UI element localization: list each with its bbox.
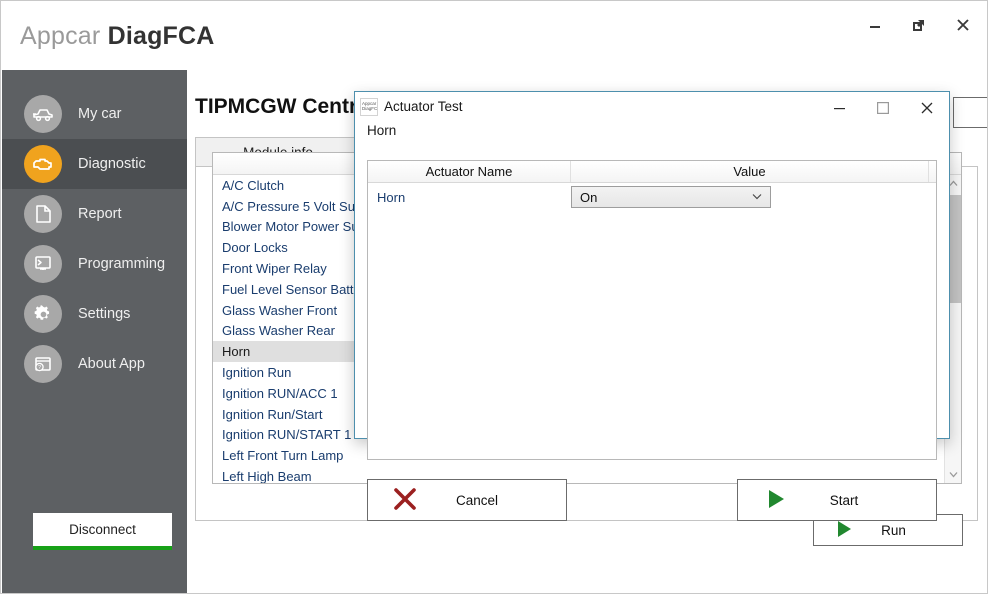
start-button[interactable]: Start	[737, 479, 937, 521]
app-logo-line2: DiagFCA	[362, 106, 378, 111]
sidebar-item-about-app[interactable]: ? About App	[2, 339, 187, 389]
sidebar-item-label: About App	[78, 356, 145, 372]
monitor-icon	[24, 245, 62, 283]
table-header-row: Actuator Name Value	[368, 161, 936, 183]
list-item-label: Front Wiper Relay	[222, 261, 327, 277]
run-button-label: Run	[881, 522, 906, 538]
window-minimize-button[interactable]	[852, 8, 898, 42]
app-title-light: Appcar	[20, 22, 101, 50]
table-body: Horn On	[368, 183, 936, 459]
list-item-label: Glass Washer Front	[222, 302, 338, 318]
dialog-maximize-button[interactable]	[861, 92, 905, 123]
chevron-down-icon	[752, 192, 770, 202]
help-window-icon: ?	[24, 345, 62, 383]
sidebar-item-label: Report	[78, 206, 122, 222]
minimize-icon	[833, 108, 845, 110]
dialog-title-bar: Appcar DiagFCA Actuator Test	[355, 92, 949, 123]
table-row: Horn On	[368, 183, 936, 212]
list-item-label: Ignition RUN/START 1	[222, 427, 352, 443]
window-close-button[interactable]	[940, 8, 986, 42]
value-dropdown-label: On	[580, 189, 598, 205]
list-item-label: Glass Washer Rear	[222, 323, 335, 339]
title-bar: Appcar DiagFCA	[2, 2, 987, 70]
restore-icon	[913, 20, 924, 31]
sidebar-item-diagnostic[interactable]: Diagnostic	[2, 139, 187, 189]
value-dropdown[interactable]: On	[571, 186, 771, 208]
cancel-x-icon	[392, 486, 418, 515]
actuator-test-table: Actuator Name Value Horn On	[367, 160, 937, 460]
disconnect-button-wrapper: Disconnect	[33, 513, 172, 550]
document-icon	[24, 195, 62, 233]
sidebar-item-settings[interactable]: Settings	[2, 289, 187, 339]
dialog-title: Actuator Test	[384, 99, 463, 114]
minimize-icon	[870, 26, 880, 28]
sidebar-item-label: Diagnostic	[78, 156, 146, 172]
sidebar-item-programming[interactable]: Programming	[2, 239, 187, 289]
maximize-icon	[877, 101, 889, 114]
scroll-down-icon[interactable]	[945, 466, 961, 483]
list-item-label: Ignition Run/Start	[222, 406, 323, 422]
window-restore-button[interactable]	[896, 8, 942, 42]
page-title: TIPMCGW Central	[195, 95, 375, 118]
column-header-value: Value	[571, 161, 929, 182]
list-item-label: Ignition RUN/ACC 1	[222, 385, 338, 401]
dialog-minimize-button[interactable]	[817, 92, 861, 123]
list-item-label: Horn	[222, 344, 251, 360]
disconnect-button[interactable]: Disconnect	[33, 513, 172, 550]
car-icon	[24, 95, 62, 133]
engine-icon	[24, 145, 62, 183]
list-item-label: A/C Clutch	[222, 177, 285, 193]
list-item-label: Fuel Level Sensor Battery	[222, 281, 372, 297]
application-window: Appcar DiagFCA My car Diagnostic Report …	[0, 0, 988, 594]
app-logo-icon: Appcar DiagFCA	[360, 98, 378, 116]
sidebar-item-report[interactable]: Report	[2, 189, 187, 239]
actuator-name-cell: Horn	[377, 190, 406, 205]
cancel-button[interactable]: Cancel	[367, 479, 567, 521]
svg-text:?: ?	[38, 365, 41, 371]
app-title: Appcar DiagFCA	[20, 22, 215, 51]
column-header-actuator-name: Actuator Name	[368, 161, 571, 182]
dialog-close-button[interactable]	[905, 92, 949, 123]
sidebar-item-my-car[interactable]: My car	[2, 89, 187, 139]
list-item-label: Left Front Turn Lamp	[222, 448, 344, 464]
background-panel-box	[953, 97, 987, 128]
list-item-label: Ignition Run	[222, 365, 292, 381]
gear-icon	[24, 295, 62, 333]
actuator-test-dialog: Appcar DiagFCA Actuator Test Horn	[354, 91, 950, 521]
app-title-bold: DiagFCA	[107, 22, 215, 50]
sidebar-item-label: My car	[78, 106, 122, 122]
column-header-spacer	[929, 161, 936, 182]
play-icon	[836, 520, 853, 541]
list-item-label: Door Locks	[222, 240, 288, 256]
dialog-subtitle: Horn	[367, 123, 397, 138]
sidebar: My car Diagnostic Report Programming Set…	[2, 70, 187, 593]
list-item-label: Left High Beam	[222, 469, 312, 483]
close-icon	[921, 102, 933, 113]
close-icon	[957, 19, 969, 31]
cancel-button-label: Cancel	[455, 492, 499, 508]
play-icon	[766, 488, 786, 513]
start-button-label: Start	[829, 492, 859, 508]
sidebar-item-label: Programming	[78, 256, 166, 272]
sidebar-item-label: Settings	[78, 306, 131, 322]
